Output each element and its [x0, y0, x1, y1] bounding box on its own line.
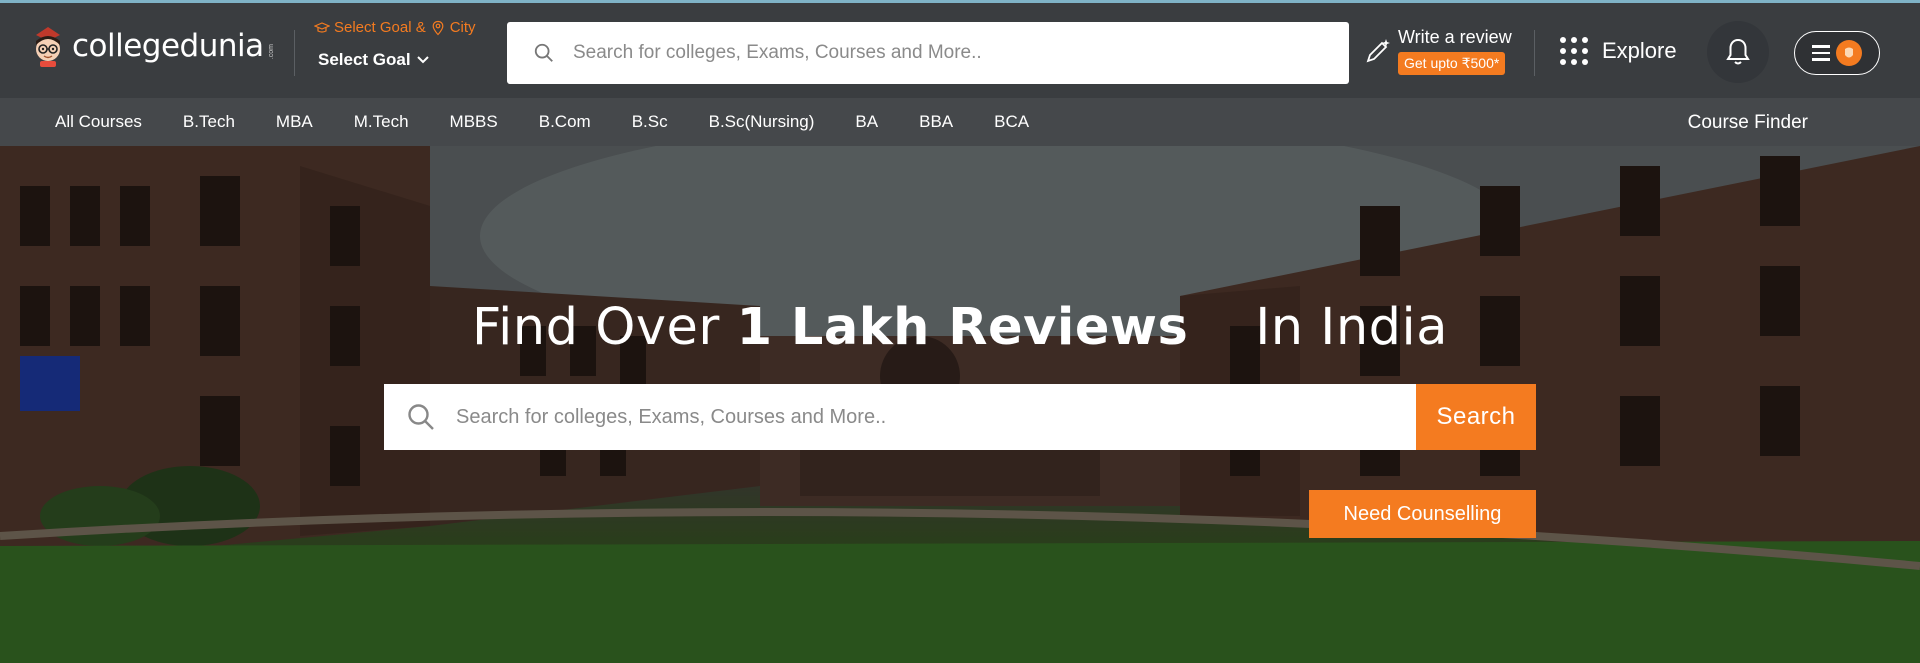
- hero-search-input[interactable]: [456, 405, 1416, 429]
- goal-city-label: Select Goal & City: [314, 19, 476, 36]
- logo-text: collegedunia: [72, 28, 264, 64]
- bell-icon: [1726, 38, 1750, 65]
- select-goal-dropdown[interactable]: Select Goal: [314, 50, 476, 70]
- grid-dots-icon: [1560, 37, 1588, 65]
- notifications-button[interactable]: [1707, 21, 1769, 83]
- logo[interactable]: collegedunia .com: [32, 25, 275, 67]
- review-reward-badge: Get upto ₹500*: [1398, 52, 1506, 75]
- header-search[interactable]: [507, 22, 1349, 84]
- hero-title: Find Over 1 Lakh Reviews In India: [0, 298, 1920, 357]
- pencil-sparkle-icon: [1366, 39, 1390, 63]
- header-divider: [294, 30, 295, 76]
- hero-search-box[interactable]: [384, 384, 1416, 450]
- course-link[interactable]: BBA: [919, 112, 953, 132]
- course-link[interactable]: M.Tech: [354, 112, 409, 132]
- header-divider: [1534, 30, 1535, 76]
- write-review-button[interactable]: Write a review Get upto ₹500*: [1364, 27, 1512, 75]
- course-link[interactable]: B.Com: [539, 112, 591, 132]
- course-link[interactable]: B.Tech: [183, 112, 235, 132]
- course-list: All Courses B.Tech MBA M.Tech MBBS B.Com B.Sc B…: [0, 112, 1070, 132]
- hamburger-icon: [1812, 45, 1830, 61]
- graduation-cap-icon: [314, 21, 330, 33]
- goal-label: Select Goal &: [334, 19, 426, 36]
- course-link[interactable]: All Courses: [55, 112, 142, 132]
- need-counselling-button[interactable]: Need Counselling: [1309, 490, 1536, 538]
- explore-label: Explore: [1602, 38, 1677, 63]
- hero-search: Search: [384, 384, 1536, 450]
- course-link[interactable]: MBA: [276, 112, 313, 132]
- course-link[interactable]: BA: [855, 112, 878, 132]
- course-link[interactable]: B.Sc: [632, 112, 668, 132]
- hero-title-suffix: In India: [1255, 298, 1448, 357]
- search-icon: [408, 404, 434, 430]
- search-icon: [534, 43, 553, 62]
- course-finder-link[interactable]: Course Finder: [1688, 112, 1808, 134]
- user-avatar-icon: [1836, 40, 1862, 66]
- goal-selector[interactable]: Select Goal & City Select Goal: [314, 19, 476, 70]
- course-link[interactable]: BCA: [994, 112, 1029, 132]
- location-pin-icon: [432, 20, 444, 35]
- course-nav: All Courses B.Tech MBA M.Tech MBBS B.Com B.Sc B…: [0, 98, 1920, 146]
- mascot-logo-icon: [32, 25, 64, 67]
- hero-title-prefix: Find Over: [472, 298, 720, 357]
- hero-search-button[interactable]: Search: [1416, 384, 1536, 450]
- explore-button[interactable]: Explore: [1560, 37, 1677, 65]
- write-review-label: Write a review: [1398, 27, 1512, 47]
- course-link[interactable]: MBBS: [450, 112, 498, 132]
- city-label: City: [449, 19, 476, 36]
- logo-suffix: .com: [267, 44, 275, 60]
- select-goal-label: Select Goal: [318, 50, 411, 69]
- header-search-input[interactable]: [573, 42, 1333, 64]
- user-menu-button[interactable]: [1794, 31, 1880, 75]
- top-header: collegedunia .com Select Goal & City Sel…: [0, 0, 1920, 98]
- hero-banner: Find Over 1 Lakh Reviews In India Search…: [0, 146, 1920, 663]
- hero-title-highlight: 1 Lakh Reviews: [736, 298, 1189, 357]
- course-link[interactable]: B.Sc(Nursing): [709, 112, 815, 132]
- chevron-down-icon: [416, 56, 429, 64]
